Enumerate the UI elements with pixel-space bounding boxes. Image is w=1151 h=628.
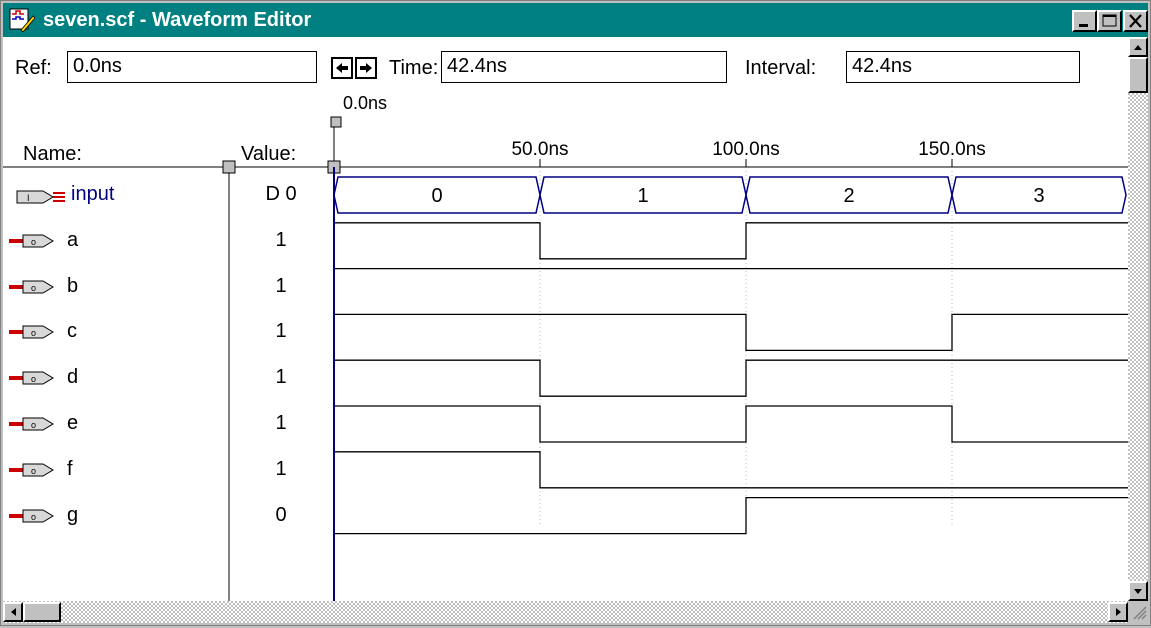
- vertical-scroll-thumb[interactable]: [1128, 57, 1148, 93]
- vertical-scrollbar[interactable]: [1128, 37, 1148, 601]
- scroll-up-button[interactable]: [1128, 37, 1148, 57]
- time-tick-label: 50.0ns: [511, 139, 568, 160]
- svg-text:o: o: [31, 237, 36, 247]
- input-pin-icon: I: [16, 190, 65, 204]
- output-pin-icon: o: [9, 234, 54, 248]
- signal-value: 1: [275, 274, 287, 297]
- signal-waveform-c[interactable]: [334, 313, 1128, 352]
- arrow-up-icon: [1134, 45, 1142, 50]
- output-pin-icon: o: [9, 280, 54, 294]
- horizontal-scroll-thumb[interactable]: [23, 602, 61, 622]
- signal-value: D 0: [265, 183, 297, 205]
- signal-name: input: [71, 183, 115, 205]
- signal-waveform-d[interactable]: [334, 359, 1128, 397]
- signal-name: c: [67, 320, 77, 343]
- title-bar[interactable]: seven.scf - Waveform Editor: [3, 3, 1148, 37]
- signal-name: a: [67, 228, 79, 251]
- interval-label: Interval:: [745, 57, 817, 79]
- waveform-area: 0.0ns Name: Value: 50.0ns100.0ns150.0ns2…: [3, 93, 1128, 601]
- signal-waveform-f[interactable]: [334, 451, 1128, 489]
- bus-segment-label: 2: [843, 185, 854, 207]
- time-tick-label: 150.0ns: [918, 139, 986, 160]
- signal-name: d: [67, 366, 79, 389]
- waveform-editor-window: seven.scf - Waveform Editor Ref: 0.0ns T…: [0, 0, 1151, 626]
- svg-text:o: o: [31, 466, 36, 476]
- signal-name: e: [67, 412, 79, 434]
- waveform-file-icon: [9, 8, 35, 32]
- svg-text:o: o: [31, 283, 36, 293]
- interval-field[interactable]: 42.4ns: [846, 51, 1080, 83]
- scroll-right-button[interactable]: [1108, 602, 1128, 622]
- previous-transition-button[interactable]: [331, 57, 353, 79]
- svg-text:o: o: [31, 420, 36, 430]
- toolbar: Ref: 0.0ns Time: 42.4ns Interval: 42.4ns: [3, 37, 1128, 97]
- minimize-icon: [1079, 24, 1088, 27]
- ref-label: Ref:: [15, 57, 52, 79]
- signal-row-input[interactable]: Iinput: [3, 181, 229, 209]
- minimize-button[interactable]: [1072, 10, 1097, 32]
- signal-value: 0: [275, 503, 287, 526]
- signal-value: 1: [275, 457, 287, 480]
- signal-value: 1: [275, 366, 287, 389]
- signal-name: g: [67, 503, 79, 526]
- bus-segment-label: 1: [637, 185, 648, 207]
- signal-value: 1: [275, 412, 287, 434]
- ref-field[interactable]: 0.0ns: [67, 51, 317, 83]
- svg-text:o: o: [31, 512, 36, 522]
- output-pin-icon: o: [9, 371, 54, 385]
- svg-text:o: o: [31, 328, 36, 338]
- time-label: Time:: [389, 57, 439, 79]
- signal-name: b: [67, 274, 79, 297]
- arrow-down-icon: [1134, 589, 1142, 594]
- signal-row-b[interactable]: ob: [3, 273, 229, 301]
- resize-grip-icon: [1133, 606, 1147, 620]
- time-axis: 50.0ns100.0ns150.0ns2(: [511, 139, 986, 167]
- svg-text:o: o: [31, 374, 36, 384]
- resize-grip[interactable]: [1128, 601, 1148, 623]
- next-transition-button[interactable]: [355, 57, 377, 79]
- signal-waveform-e[interactable]: [334, 405, 1128, 443]
- column-splitter-handle[interactable]: [222, 160, 236, 174]
- signal-row-e[interactable]: oe: [3, 410, 229, 438]
- signal-row-c[interactable]: oc: [3, 318, 229, 346]
- maximize-icon: [1102, 14, 1117, 27]
- output-pin-icon: o: [9, 463, 54, 477]
- scroll-left-button[interactable]: [3, 602, 23, 622]
- signal-name: f: [67, 457, 73, 480]
- arrow-left-icon: [336, 63, 348, 73]
- signal-waveforms: 0 1 2 3: [333, 176, 1128, 535]
- arrow-right-icon: [360, 63, 372, 73]
- close-button[interactable]: [1123, 10, 1148, 32]
- signal-waveform-g[interactable]: [334, 496, 1128, 535]
- window-title: seven.scf - Waveform Editor: [43, 9, 312, 31]
- bus-segment-label: 3: [1033, 185, 1044, 207]
- signal-row-a[interactable]: oa: [3, 227, 229, 255]
- signal-row-g[interactable]: og: [3, 502, 229, 530]
- signal-value: 1: [275, 228, 287, 251]
- time-field[interactable]: 42.4ns: [441, 51, 727, 83]
- signal-row-d[interactable]: od: [3, 364, 229, 392]
- scroll-down-button[interactable]: [1128, 581, 1148, 601]
- output-pin-icon: o: [9, 417, 54, 431]
- arrow-right-icon: [1116, 608, 1121, 616]
- signal-waveform-a[interactable]: [334, 222, 1128, 260]
- maximize-button[interactable]: [1097, 10, 1122, 32]
- output-pin-icon: o: [9, 325, 54, 339]
- arrow-left-icon: [11, 608, 16, 616]
- close-icon: [1129, 14, 1142, 28]
- bus-segment-label: 0: [431, 185, 442, 207]
- cursor-handle[interactable]: [330, 116, 342, 128]
- svg-text:I: I: [27, 193, 30, 203]
- horizontal-scrollbar[interactable]: [3, 601, 1128, 623]
- time-tick-label: 100.0ns: [712, 139, 780, 160]
- signal-value: 1: [275, 320, 287, 343]
- output-pin-icon: o: [9, 509, 54, 523]
- signal-row-f[interactable]: of: [3, 456, 229, 484]
